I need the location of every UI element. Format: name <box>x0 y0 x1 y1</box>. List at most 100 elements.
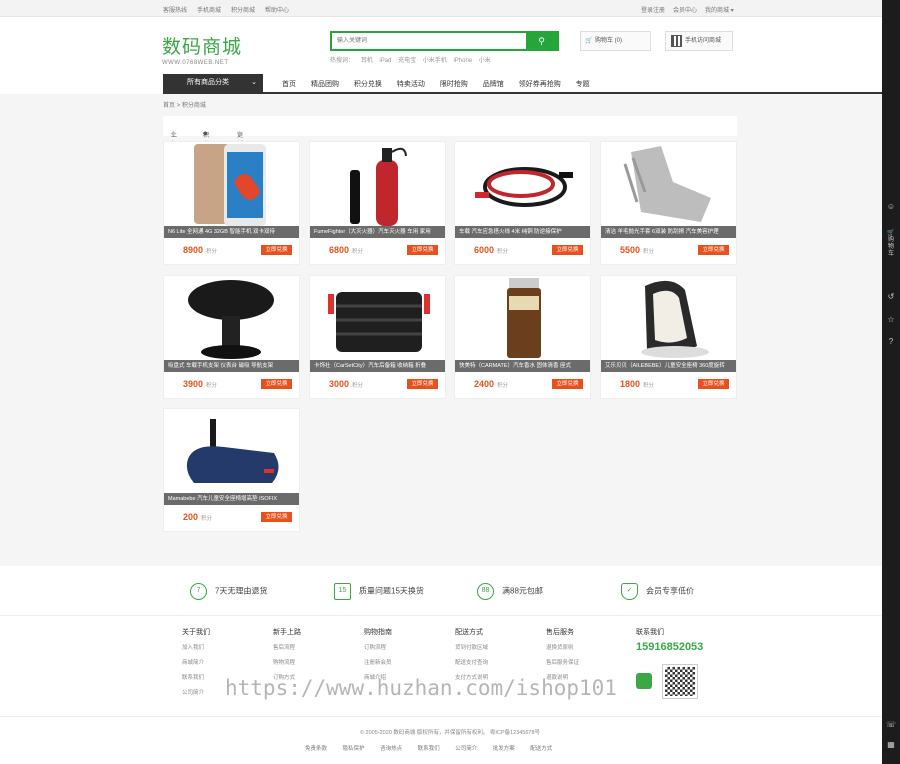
footer-link[interactable]: 售后流程 <box>273 643 353 651</box>
search-input[interactable] <box>332 33 528 49</box>
top-link[interactable]: 积分商城 <box>231 5 255 14</box>
nav-item[interactable]: 品牌馆 <box>483 81 504 88</box>
footer-bottom-link[interactable]: 咨询热点 <box>380 746 402 752</box>
footer-link[interactable]: 货到付款区域 <box>455 643 535 651</box>
redeem-button[interactable]: 立即兑换 <box>552 245 583 255</box>
history-icon[interactable]: ↺ <box>886 292 896 302</box>
product-card[interactable]: 车载 汽车应急搭火线 4米 纯铜 防逆接保护 6000 积分 立即兑换 <box>454 141 591 265</box>
nav-item[interactable]: 精品团购 <box>311 81 339 88</box>
product-name[interactable]: FumeFighter（大灭火器）汽车灭火器 车用 家用 <box>310 226 445 238</box>
footer-link[interactable]: 购物流程 <box>273 658 353 666</box>
redeem-button[interactable]: 立即兑换 <box>552 379 583 389</box>
product-name[interactable]: 艾乐贝贝（AILEBEBE）儿童安全座椅 360度旋转 <box>601 360 736 372</box>
footer-bottom-link[interactable]: 联系我们 <box>418 746 440 752</box>
footer-link[interactable]: 订购流程 <box>364 643 444 651</box>
hot-keyword[interactable]: iPhone <box>453 58 472 64</box>
redeem-button[interactable]: 立即兑换 <box>261 512 292 522</box>
product-price: 6800 积分 <box>329 245 364 255</box>
hot-keyword[interactable]: 小米 <box>479 58 491 64</box>
redeem-button[interactable]: 立即兑换 <box>407 245 438 255</box>
nav-item[interactable]: 首页 <box>282 81 296 88</box>
hot-keyword[interactable]: 耳机 <box>361 58 373 64</box>
product-card[interactable]: 卡饰社（CarSetCity）汽车后备箱 收纳箱 折叠 3000 积分 立即兑换 <box>309 275 446 399</box>
product-price: 6000 积分 <box>474 245 509 255</box>
mobile-qr-button[interactable]: 手机访问商城 <box>665 31 733 51</box>
seat-image[interactable] <box>601 276 736 360</box>
product-name[interactable]: 吸盘式 车载手机支架 仪表台 磁吸 导航支架 <box>164 360 299 372</box>
holder-image[interactable] <box>164 276 299 360</box>
top-link[interactable]: 手机商城 <box>197 5 221 14</box>
footer-link[interactable]: 加入我们 <box>182 643 262 651</box>
redeem-button[interactable]: 立即兑换 <box>698 379 729 389</box>
phone-image[interactable] <box>164 142 299 226</box>
nav-item[interactable]: 特卖活动 <box>397 81 425 88</box>
product-card[interactable]: N6 Lite 全网通 4G 32GB 智能手机 双卡双待 8900 积分 立即兑… <box>163 141 300 265</box>
cable-image[interactable] <box>455 142 590 226</box>
product-name[interactable]: N6 Lite 全网通 4G 32GB 智能手机 双卡双待 <box>164 226 299 238</box>
user-icon[interactable]: ☺ <box>886 202 896 212</box>
wechat-icon[interactable] <box>636 673 652 689</box>
product-card[interactable]: FumeFighter（大灭火器）汽车灭火器 车用 家用 6800 积分 立即兑换 <box>309 141 446 265</box>
search-button[interactable]: ⚲ <box>526 33 557 49</box>
footer-link[interactable]: 售后服务保证 <box>546 658 626 666</box>
hot-keyword[interactable]: iPad <box>379 58 391 64</box>
feature-item: ✓ 会员专享低价 <box>621 583 694 600</box>
storage-box-image[interactable] <box>310 276 445 360</box>
nav-item[interactable]: 积分兑换 <box>354 81 382 88</box>
top-bar: 客服热线 手机商城 积分商城 帮助中心 登录注册 会员中心 我的商城 ▾ <box>0 0 882 17</box>
product-card[interactable]: 清洁 羊毛抛光手套 6双装 防刮擦 汽车美容护理 5500 积分 立即兑换 <box>600 141 737 265</box>
product-name[interactable]: 快美特（CARMATE）汽车香水 固体清香 座式 <box>455 360 590 372</box>
login-link[interactable]: 登录注册 <box>641 5 665 14</box>
nav-item[interactable]: 限时抢购 <box>440 81 468 88</box>
footer-bottom-link[interactable]: 公司简介 <box>455 746 477 752</box>
sort-bar: 上架 ◆ 积分 ◆ 更新 ◆ <box>163 116 737 148</box>
extinguisher-image[interactable] <box>310 142 445 226</box>
nav-item[interactable]: 领好券再抢购 <box>519 81 561 88</box>
top-link[interactable]: 客服热线 <box>163 5 187 14</box>
redeem-button[interactable]: 立即兑换 <box>698 245 729 255</box>
member-link[interactable]: 会员中心 <box>673 5 697 14</box>
free-shipping-88-icon: 88 <box>477 583 494 600</box>
booster-image[interactable] <box>164 409 299 493</box>
product-name[interactable]: 车载 汽车应急搭火线 4米 纯铜 防逆接保护 <box>455 226 590 238</box>
cart-button[interactable]: 🛒 购物车 (0) <box>580 31 651 51</box>
footer-link[interactable]: 退换货原则 <box>546 643 626 651</box>
footer-link[interactable]: 注册新会员 <box>364 658 444 666</box>
footer-bottom-link[interactable]: 隐私保护 <box>343 746 365 752</box>
category-menu[interactable]: 所有商品分类 ⌄ <box>163 74 263 92</box>
help-icon[interactable]: ? <box>886 337 896 347</box>
perfume-image[interactable] <box>455 276 590 360</box>
product-card[interactable]: 吸盘式 车载手机支架 仪表台 磁吸 导航支架 3900 积分 立即兑换 <box>163 275 300 399</box>
top-link[interactable]: 帮助中心 <box>265 5 289 14</box>
glove-image[interactable] <box>601 142 736 226</box>
hot-keyword[interactable]: 充电宝 <box>398 58 416 64</box>
product-name[interactable]: Mamabebe 汽车儿童安全座椅增高垫 ISOFIX <box>164 493 299 505</box>
search-icon: ⚲ <box>538 36 545 46</box>
redeem-button[interactable]: 立即兑换 <box>261 379 292 389</box>
footer-bottom-link[interactable]: 配送方式 <box>530 746 552 752</box>
watermark: https://www.huzhan.com/ishop101 <box>225 676 617 700</box>
star-icon[interactable]: ☆ <box>886 315 896 325</box>
qr-icon[interactable]: ▦ <box>886 740 896 750</box>
product-name[interactable]: 清洁 羊毛抛光手套 6双装 防刮擦 汽车美容护理 <box>601 226 736 238</box>
product-card[interactable]: Mamabebe 汽车儿童安全座椅增高垫 ISOFIX 200 积分 立即兑换 <box>163 408 300 532</box>
footer-link[interactable]: 配送支付查询 <box>455 658 535 666</box>
footer-bottom-link[interactable]: 批发方案 <box>493 746 515 752</box>
my-shop-link[interactable]: 我的商城 ▾ <box>705 5 734 14</box>
product-card[interactable]: 快美特（CARMATE）汽车香水 固体清香 座式 2400 积分 立即兑换 <box>454 275 591 399</box>
footer-link[interactable]: 商城简介 <box>182 658 262 666</box>
exchange-15-icon: 15 <box>334 583 351 600</box>
nav-item[interactable]: 专题 <box>576 81 590 88</box>
product-price: 200 积分 <box>183 512 213 522</box>
product-card[interactable]: 艾乐贝贝（AILEBEBE）儿童安全座椅 360度旋转 1800 积分 立即兑换 <box>600 275 737 399</box>
footer-bottom-link[interactable]: 免责条款 <box>305 746 327 752</box>
hot-keyword[interactable]: 小米手机 <box>423 58 447 64</box>
redeem-button[interactable]: 立即兑换 <box>407 379 438 389</box>
qr-code-image <box>662 664 698 699</box>
product-name[interactable]: 卡饰社（CarSetCity）汽车后备箱 收纳箱 折叠 <box>310 360 445 372</box>
redeem-button[interactable]: 立即兑换 <box>261 245 292 255</box>
product-price: 3000 积分 <box>329 379 364 389</box>
logo-text: 数码商城 <box>162 36 243 58</box>
logo[interactable]: 数码商城 WWW.0768WEB.NET <box>162 32 242 66</box>
sidebar-cart[interactable]: 🛒 购物车 <box>886 230 896 276</box>
